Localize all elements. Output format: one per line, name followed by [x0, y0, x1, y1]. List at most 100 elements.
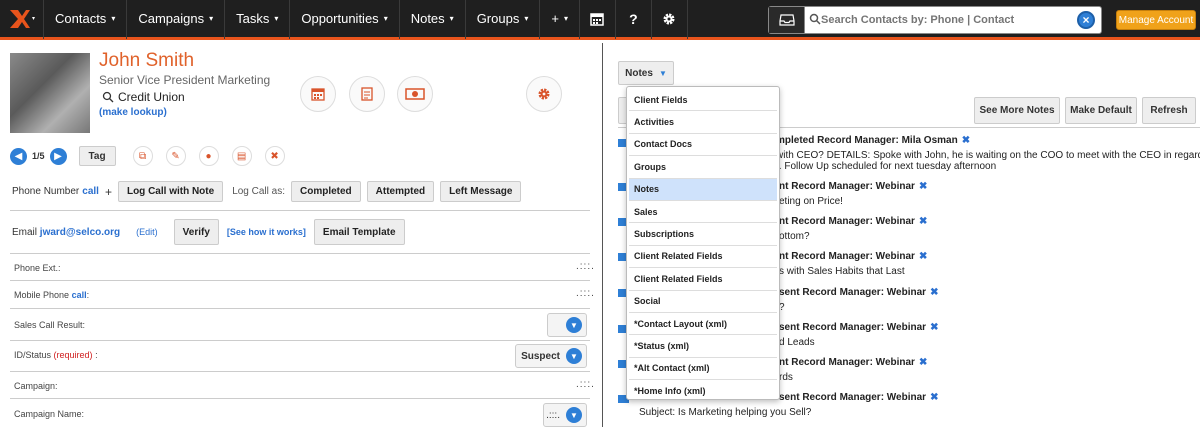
- money-icon: [405, 88, 425, 100]
- campaign-name-label: Campaign Name:: [14, 409, 85, 419]
- contact-photo: [10, 53, 90, 133]
- sales-call-result-select[interactable]: ▼: [547, 313, 587, 337]
- left-message-button[interactable]: Left Message: [440, 181, 522, 202]
- inbox-icon: [778, 14, 795, 26]
- note-text: s with Sales Habits that Last: [779, 266, 905, 277]
- delete-note-icon[interactable]: ✖: [919, 357, 927, 368]
- search-bar: ×: [768, 6, 1102, 34]
- menu-item-groups[interactable]: Groups: [629, 156, 777, 179]
- campaign-handle[interactable]: .:::.: [576, 379, 595, 390]
- note-header: nt Record Manager: Webinar ✖: [779, 357, 928, 368]
- note-text: with CEO? DETAILS: Spoke with John, he i…: [776, 150, 1200, 161]
- menu-item-activities[interactable]: Activities: [629, 111, 777, 134]
- note-text: ottom?: [779, 231, 810, 242]
- email-row: Email jward@selco.org (Edit) Verify [See…: [12, 219, 405, 245]
- delete-note-icon[interactable]: ✖: [930, 322, 938, 333]
- delete-note-icon[interactable]: ✖: [919, 181, 927, 192]
- mobile-call-link[interactable]: call: [72, 290, 87, 300]
- phone-label: Phone Number: [12, 186, 80, 197]
- schedule-button[interactable]: [300, 76, 336, 112]
- menu-item-alt-contact-xml[interactable]: *Alt Contact (xml): [629, 358, 777, 381]
- help-icon[interactable]: ?: [616, 0, 652, 39]
- task-button[interactable]: [349, 76, 385, 112]
- sale-button[interactable]: [397, 76, 433, 112]
- menu-item-status-xml[interactable]: *Status (xml): [629, 335, 777, 358]
- call-link[interactable]: call: [82, 186, 99, 197]
- notes-dropdown-button[interactable]: Notes ▼: [618, 61, 674, 85]
- nav-opportunities[interactable]: Opportunities ▾: [290, 0, 400, 39]
- verify-button[interactable]: Verify: [173, 219, 219, 245]
- delete-note-icon[interactable]: ✖: [962, 135, 970, 146]
- contact-title: Senior Vice President Marketing: [99, 73, 271, 87]
- nav-campaigns[interactable]: Campaigns ▾: [127, 0, 226, 39]
- chevron-down-icon: ▼: [566, 317, 582, 333]
- attempted-button[interactable]: Attempted: [366, 181, 435, 202]
- nav-notes[interactable]: Notes ▾: [400, 0, 466, 39]
- chevron-down-icon: ▼: [566, 348, 582, 364]
- nav-contacts[interactable]: Contacts ▾: [44, 0, 128, 39]
- see-more-notes-button[interactable]: See More Notes: [974, 97, 1060, 124]
- search-scope-button[interactable]: [769, 7, 805, 33]
- menu-item-sales[interactable]: Sales: [629, 201, 777, 224]
- make-lookup-link[interactable]: (make lookup): [99, 107, 167, 118]
- note-header: nt Record Manager: Webinar ✖: [779, 251, 928, 262]
- copy-icon[interactable]: ⧉: [132, 146, 153, 166]
- add-phone-icon[interactable]: +: [105, 185, 112, 199]
- menu-item-contact-docs[interactable]: Contact Docs: [629, 134, 777, 157]
- delete-note-icon[interactable]: ✖: [930, 287, 938, 298]
- menu-item-notes[interactable]: Notes: [629, 178, 777, 201]
- divider: [10, 253, 590, 254]
- task-list-icon: [361, 87, 373, 101]
- refresh-button[interactable]: Refresh: [1142, 97, 1196, 124]
- nav-tasks[interactable]: Tasks ▾: [225, 0, 291, 39]
- contact-toolbar: ◀ 1/5 ▶ Tag ⧉ ✎ ● ▤ ✖: [10, 146, 285, 166]
- phone-row: Phone Number call + Log Call with Note L…: [12, 181, 522, 202]
- delete-note-icon[interactable]: ✖: [919, 216, 927, 227]
- email-template-button[interactable]: Email Template: [313, 219, 405, 245]
- phone-ext-label: Phone Ext.:: [14, 263, 61, 273]
- phone-ext-handle[interactable]: .:::.: [576, 261, 595, 272]
- gear-icon[interactable]: [652, 0, 688, 39]
- delete-icon[interactable]: ✖: [264, 146, 285, 166]
- search-input[interactable]: [805, 8, 1077, 32]
- menu-item-subscriptions[interactable]: Subscriptions: [629, 223, 777, 246]
- campaign-label: Campaign:: [14, 381, 58, 391]
- map-pin-icon[interactable]: ●: [198, 146, 219, 166]
- menu-item-client-related-fields[interactable]: Client Related Fields: [629, 246, 777, 269]
- divider: [10, 210, 590, 211]
- previous-contact-icon[interactable]: ◀: [10, 147, 27, 165]
- email-link[interactable]: jward@selco.org: [40, 227, 120, 238]
- note-header: sent Record Manager: Webinar ✖: [779, 392, 939, 403]
- make-default-button[interactable]: Make Default: [1065, 97, 1137, 124]
- campaign-name-select[interactable]: .:::. ▼: [543, 403, 587, 427]
- attach-icon[interactable]: ✎: [165, 146, 186, 166]
- tag-button[interactable]: Tag: [78, 146, 116, 166]
- calendar-icon: [311, 88, 325, 101]
- manage-account-button[interactable]: Manage Account: [1116, 10, 1196, 30]
- menu-item-client-fields[interactable]: Client Fields: [629, 89, 777, 112]
- menu-item-social[interactable]: Social: [629, 291, 777, 313]
- contact-pane: John Smith Senior Vice President Marketi…: [0, 43, 603, 427]
- nav-add[interactable]: + ▾: [540, 0, 580, 39]
- nav-groups[interactable]: Groups ▾: [466, 0, 541, 39]
- clear-search-icon[interactable]: ×: [1077, 11, 1095, 29]
- mobile-phone-handle[interactable]: .:::.: [576, 288, 595, 299]
- next-contact-icon[interactable]: ▶: [49, 147, 67, 165]
- menu-item-contact-layout-xml[interactable]: *Contact Layout (xml): [629, 313, 777, 336]
- menu-item-home-info-xml[interactable]: *Home Info (xml): [629, 380, 777, 402]
- note-header: sent Record Manager: Webinar ✖: [779, 287, 939, 298]
- log-call-with-note-button[interactable]: Log Call with Note: [117, 181, 224, 202]
- calendar-icon[interactable]: [580, 0, 616, 39]
- edit-email-link[interactable]: (Edit): [136, 227, 158, 237]
- id-status-select[interactable]: Suspect ▼: [515, 344, 587, 368]
- gear-icon: [538, 88, 550, 100]
- see-how-link[interactable]: [See how it works]: [227, 227, 306, 237]
- note-header: sent Record Manager: Webinar ✖: [779, 322, 939, 333]
- completed-button[interactable]: Completed: [291, 181, 361, 202]
- contact-settings-button[interactable]: [526, 76, 562, 112]
- menu-item-client-related-fields-2[interactable]: Client Related Fields: [629, 268, 777, 291]
- delete-note-icon[interactable]: ✖: [930, 392, 938, 403]
- app-logo[interactable]: [0, 0, 44, 39]
- document-icon[interactable]: ▤: [231, 146, 252, 166]
- delete-note-icon[interactable]: ✖: [919, 251, 927, 262]
